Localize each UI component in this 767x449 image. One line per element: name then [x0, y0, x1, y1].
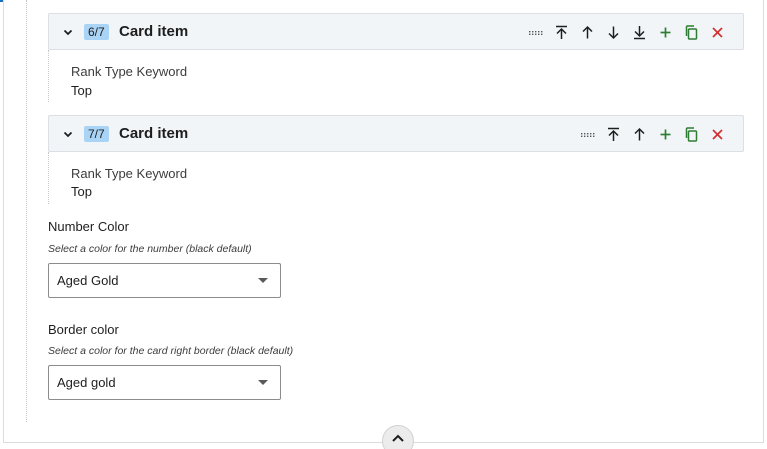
number-color-select[interactable]: Aged Gold	[48, 263, 281, 298]
border-color-select[interactable]: Aged gold	[48, 365, 281, 400]
card-actions	[522, 23, 730, 41]
field-value-rank-type: Top	[71, 184, 92, 199]
item-position-badge: 6/7	[84, 24, 109, 40]
card-body-guide	[48, 152, 60, 204]
editor-panel: 6/7 Card item Rank Type Keyword Top 7/7 …	[3, 0, 764, 443]
move-up-icon[interactable]	[574, 23, 600, 41]
move-top-icon[interactable]	[548, 23, 574, 41]
scroll-to-top-button[interactable]	[382, 425, 414, 449]
move-up-icon[interactable]	[626, 125, 652, 143]
move-down-icon[interactable]	[600, 23, 626, 41]
card-item-title: Card item	[119, 23, 189, 40]
move-bottom-icon[interactable]	[626, 23, 652, 41]
card-actions	[574, 125, 730, 143]
number-color-label: Number Color	[48, 219, 129, 234]
duplicate-icon[interactable]	[678, 125, 704, 143]
nesting-guide	[26, 0, 27, 422]
number-color-selected: Aged Gold	[57, 273, 119, 288]
dropdown-arrow-icon	[258, 278, 268, 283]
drag-handle-icon[interactable]	[574, 125, 600, 143]
field-value-rank-type: Top	[71, 83, 92, 98]
chevron-down-icon[interactable]	[62, 128, 74, 140]
chevron-up-icon	[392, 434, 404, 442]
move-top-icon[interactable]	[600, 125, 626, 143]
field-label-rank-type: Rank Type Keyword	[71, 166, 188, 181]
remove-icon[interactable]	[704, 125, 730, 143]
dropdown-arrow-icon	[258, 380, 268, 385]
card-item-header-7[interactable]: 7/7 Card item	[48, 115, 744, 152]
card-body-guide	[48, 50, 60, 102]
item-position-badge: 7/7	[84, 126, 109, 142]
border-color-selected: Aged gold	[57, 375, 116, 390]
border-color-description: Select a color for the card right border…	[48, 345, 294, 357]
remove-icon[interactable]	[704, 23, 730, 41]
duplicate-icon[interactable]	[678, 23, 704, 41]
card-item-title: Card item	[119, 125, 189, 142]
add-icon[interactable]	[652, 125, 678, 143]
add-icon[interactable]	[652, 23, 678, 41]
drag-handle-icon[interactable]	[522, 23, 548, 41]
chevron-down-icon[interactable]	[62, 26, 74, 38]
card-item-header-6[interactable]: 6/7 Card item	[48, 13, 744, 50]
field-label-rank-type: Rank Type Keyword	[71, 64, 188, 79]
number-color-description: Select a color for the number (black def…	[48, 243, 252, 255]
border-color-label: Border color	[48, 322, 119, 337]
